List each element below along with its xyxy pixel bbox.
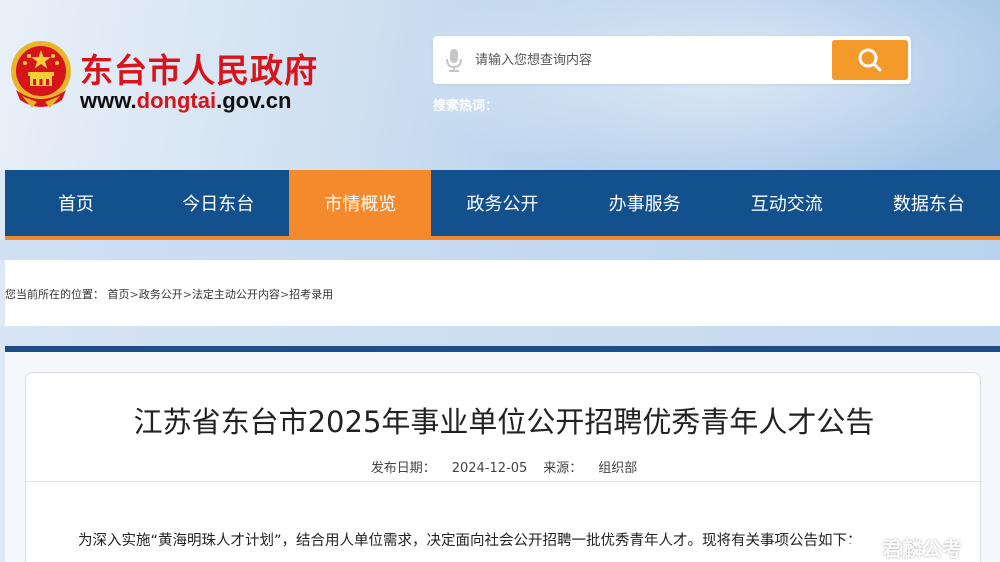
site-url-suffix: .gov.cn [216, 88, 292, 113]
nav-item-today-dongtai[interactable]: 今日东台 [147, 170, 289, 236]
nav-item-data-dongtai[interactable]: 数据东台 [858, 170, 1000, 236]
publish-date-label: 发布日期： [370, 461, 436, 476]
source-label: 来源： [543, 461, 583, 476]
nav-item-city-overview[interactable]: 市情概览 [289, 170, 432, 236]
microphone-icon[interactable] [443, 47, 465, 73]
breadcrumb-separator: > [129, 288, 139, 301]
site-header: 东台市人民政府 www.dongtai.gov.cn 搜索热词： [0, 0, 1000, 170]
search-input[interactable] [475, 44, 815, 76]
article-card: 江苏省东台市2025年事业单位公开招聘优秀青年人才公告 发布日期： 2024-12… [25, 372, 982, 562]
meta-divider [26, 481, 982, 482]
breadcrumb-prefix: 您当前所在的位置： [5, 288, 104, 301]
watermark: 君麟公考 [848, 533, 962, 561]
site-url[interactable]: www.dongtai.gov.cn [80, 88, 291, 114]
main-nav: 首页 今日东台 市情概览 政务公开 办事服务 互动交流 数据东台 [5, 170, 1000, 236]
section-gap [0, 326, 1000, 346]
article-paragraph: 为深入实施“黄海明珠人才计划”，结合用人单位需求，决定面向社会公开招聘一批优秀青… [78, 533, 862, 549]
search-button[interactable] [832, 40, 908, 80]
breadcrumb-separator: > [279, 288, 290, 301]
hot-words-label: 搜索热词： [433, 99, 499, 114]
site-url-accent: dongtai [136, 88, 217, 113]
article-title: 江苏省东台市2025年事业单位公开招聘优秀青年人才公告 [133, 405, 875, 439]
nav-item-services[interactable]: 办事服务 [574, 170, 716, 236]
site-url-prefix: www. [80, 88, 137, 113]
site-title[interactable]: 东台市人民政府 [80, 44, 318, 92]
nav-item-government-affairs[interactable]: 政务公开 [431, 170, 573, 236]
breadcrumb-item-home[interactable]: 首页 [108, 288, 130, 301]
breadcrumb-bar: 您当前所在的位置： 首页>政务公开>法定主动公开内容>招考录用 [5, 260, 1000, 326]
breadcrumb: 您当前所在的位置： 首页>政务公开>法定主动公开内容>招考录用 [5, 286, 333, 302]
breadcrumb-item-government-affairs[interactable]: 政务公开 [139, 288, 183, 301]
magnifier-icon [858, 48, 882, 72]
article-meta: 发布日期： 2024-12-05 来源： 组织部 [26, 457, 982, 476]
breadcrumb-item-statutory-disclosure[interactable]: 法定主动公开内容 [192, 288, 280, 301]
national-emblem-icon[interactable] [8, 38, 74, 112]
header-band [0, 240, 1000, 260]
publish-date-value: 2024-12-05 [451, 461, 528, 476]
article-source: 来源： 组织部 [543, 461, 637, 476]
watermark-text: 君麟公考 [882, 536, 962, 561]
nav-item-interaction[interactable]: 互动交流 [716, 170, 858, 236]
publish-date: 发布日期： 2024-12-05 [371, 461, 528, 476]
breadcrumb-item-recruitment[interactable]: 招考录用 [289, 288, 333, 301]
weibo-icon [848, 537, 875, 558]
nav-item-home[interactable]: 首页 [5, 170, 147, 236]
search-box [433, 36, 911, 84]
source-value: 组织部 [598, 461, 638, 476]
breadcrumb-separator: > [182, 288, 192, 301]
